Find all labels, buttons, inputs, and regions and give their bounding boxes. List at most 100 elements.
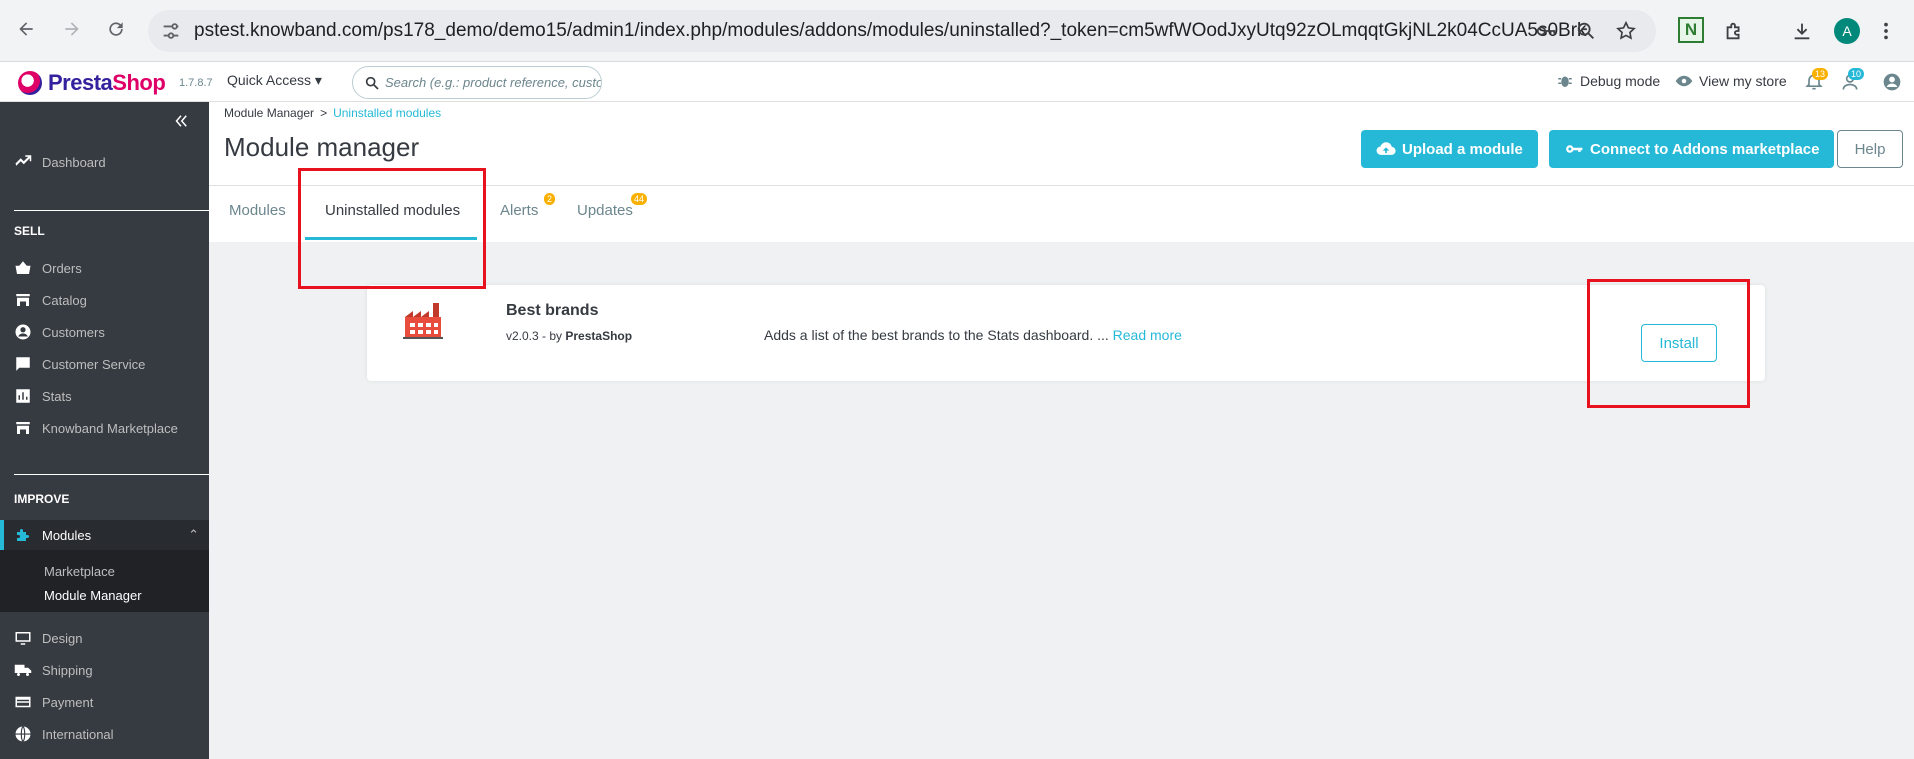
- sidebar-section-improve: IMPROVE: [14, 492, 70, 506]
- sidebar-item-dashboard[interactable]: Dashboard: [0, 146, 209, 178]
- star-icon[interactable]: [1614, 19, 1638, 43]
- sidebar-section-sell: SELL: [14, 224, 45, 238]
- bug-icon: [1558, 76, 1572, 87]
- menu-dots-icon[interactable]: [1874, 19, 1898, 43]
- sidebar-label: Customers: [42, 324, 105, 340]
- highlight-box-uninstalled-tab: [298, 168, 486, 289]
- connect-addons-label: Connect to Addons marketplace: [1590, 140, 1820, 158]
- browser-toolbar: pstest.knowband.com/ps178_demo/demo15/ad…: [0, 0, 1914, 62]
- store-icon: [16, 422, 30, 434]
- zoom-icon[interactable]: [1574, 19, 1598, 43]
- breadcrumb-separator: >: [320, 106, 328, 120]
- sidebar-label: Stats: [42, 388, 72, 404]
- debug-mode-label: Debug mode: [1580, 73, 1661, 89]
- logo-shop: Shop: [112, 70, 166, 95]
- view-store-label: View my store: [1699, 73, 1787, 89]
- sidebar-item-modules[interactable]: Modules ⌃: [0, 520, 209, 550]
- sidebar-label: Design: [42, 630, 83, 646]
- extensions-puzzle-icon[interactable]: [1722, 19, 1746, 43]
- truck-icon: [14, 664, 32, 676]
- password-key-icon[interactable]: [1534, 19, 1558, 43]
- store-icon: [16, 294, 30, 306]
- tab-updates[interactable]: Updates: [577, 202, 633, 219]
- url-host: pstest.knowband.com: [194, 20, 378, 41]
- sidebar-label: Shipping: [42, 662, 93, 678]
- tab-alerts[interactable]: Alerts: [500, 202, 538, 219]
- tab-modules[interactable]: Modules: [229, 202, 286, 219]
- collapse-sidebar-icon[interactable]: [172, 112, 190, 130]
- breadcrumb-root[interactable]: Module Manager: [224, 106, 314, 120]
- read-more-link[interactable]: Read more: [1113, 327, 1182, 343]
- admin-search-input[interactable]: Search (e.g.: product reference, custon: [352, 66, 602, 99]
- sidebar-item-knowband[interactable]: Knowband Marketplace: [0, 412, 209, 444]
- sidebar-item-orders[interactable]: Orders: [0, 252, 209, 284]
- chat-icon: [16, 357, 30, 371]
- sidebar-item-payment[interactable]: Payment: [0, 686, 209, 718]
- globe-icon: [15, 726, 31, 742]
- chevron-up-icon: ⌃: [188, 527, 199, 542]
- url-path: /ps178_demo/demo15/admin1/index.php/modu…: [377, 20, 1587, 41]
- highlight-box-install: [1587, 279, 1750, 408]
- sidebar-label: Knowband Marketplace: [42, 420, 178, 436]
- sidebar-divider: [14, 474, 209, 475]
- module-description-text: Adds a list of the best brands to the St…: [764, 327, 1109, 343]
- sidebar-label: Catalog: [42, 292, 87, 308]
- reload-icon[interactable]: [102, 15, 130, 43]
- employee-account-icon[interactable]: [1882, 72, 1902, 92]
- sidebar-label: Dashboard: [42, 154, 106, 170]
- extension-n-icon[interactable]: N: [1678, 17, 1704, 43]
- alerts-badge: 2: [544, 193, 556, 205]
- address-bar[interactable]: pstest.knowband.com/ps178_demo/demo15/ad…: [148, 10, 1656, 52]
- sidebar-label: Customer Service: [42, 356, 146, 372]
- breadcrumb: Module Manager > Uninstalled modules: [224, 106, 441, 120]
- sidebar-item-shipping[interactable]: Shipping: [0, 654, 209, 686]
- credit-card-icon: [15, 696, 31, 708]
- sidebar-item-customers[interactable]: Customers: [0, 316, 209, 348]
- eye-icon: [1675, 75, 1693, 87]
- upload-module-label: Upload a module: [1402, 140, 1523, 158]
- debug-mode-link[interactable]: Debug mode: [1556, 72, 1660, 90]
- download-icon[interactable]: [1790, 19, 1814, 43]
- sidebar-divider: [14, 210, 209, 211]
- breadcrumb-current[interactable]: Uninstalled modules: [333, 106, 441, 120]
- key-icon: [1566, 145, 1583, 153]
- sidebar-item-design[interactable]: Design: [0, 622, 209, 654]
- sidebar-item-catalog[interactable]: Catalog: [0, 284, 209, 316]
- logo-presta: Presta: [48, 70, 113, 95]
- sidebar-item-international[interactable]: International: [0, 718, 209, 750]
- connect-addons-button[interactable]: Connect to Addons marketplace: [1549, 130, 1835, 168]
- logo-text: PrestaShop: [48, 70, 166, 96]
- page-title: Module manager: [224, 132, 420, 162]
- profile-avatar[interactable]: A: [1834, 18, 1860, 44]
- updates-badge: 44: [631, 193, 648, 205]
- sidebar-label: Modules: [42, 527, 92, 543]
- module-version-text: v2.0.3 - by: [506, 329, 563, 343]
- search-icon: [365, 76, 379, 90]
- module-card: Best brands v2.0.3 - by PrestaShop Adds …: [367, 285, 1765, 381]
- upload-module-button[interactable]: Upload a module: [1361, 130, 1538, 168]
- bar-chart-icon: [16, 389, 30, 403]
- prestashop-logo[interactable]: PrestaShop: [18, 70, 166, 96]
- puzzle-icon: [17, 529, 29, 541]
- forward-icon[interactable]: [58, 15, 86, 43]
- sidebar-subitem-module-manager[interactable]: Module Manager: [44, 588, 142, 603]
- orders-badge: 13: [1812, 68, 1829, 80]
- back-icon[interactable]: [12, 15, 40, 43]
- sidebar-subitem-marketplace[interactable]: Marketplace: [44, 564, 115, 579]
- cloud-upload-icon: [1376, 142, 1396, 155]
- version-label: 1.7.8.7: [179, 77, 213, 89]
- quick-access-dropdown[interactable]: Quick Access ▾: [227, 72, 322, 89]
- site-info-icon[interactable]: [160, 20, 182, 42]
- prestashop-logo-icon: [18, 71, 42, 95]
- help-button[interactable]: Help: [1837, 130, 1903, 168]
- basket-icon: [15, 261, 31, 274]
- monitor-icon: [15, 632, 31, 645]
- sidebar-label: Payment: [42, 694, 94, 710]
- account-circle-icon: [15, 324, 31, 340]
- view-store-link[interactable]: View my store: [1675, 72, 1787, 90]
- sidebar-item-customer-service[interactable]: Customer Service: [0, 348, 209, 380]
- sidebar-item-stats[interactable]: Stats: [0, 380, 209, 412]
- module-description: Adds a list of the best brands to the St…: [764, 327, 1182, 343]
- quick-access-label: Quick Access: [227, 72, 312, 88]
- factory-icon: [403, 303, 443, 339]
